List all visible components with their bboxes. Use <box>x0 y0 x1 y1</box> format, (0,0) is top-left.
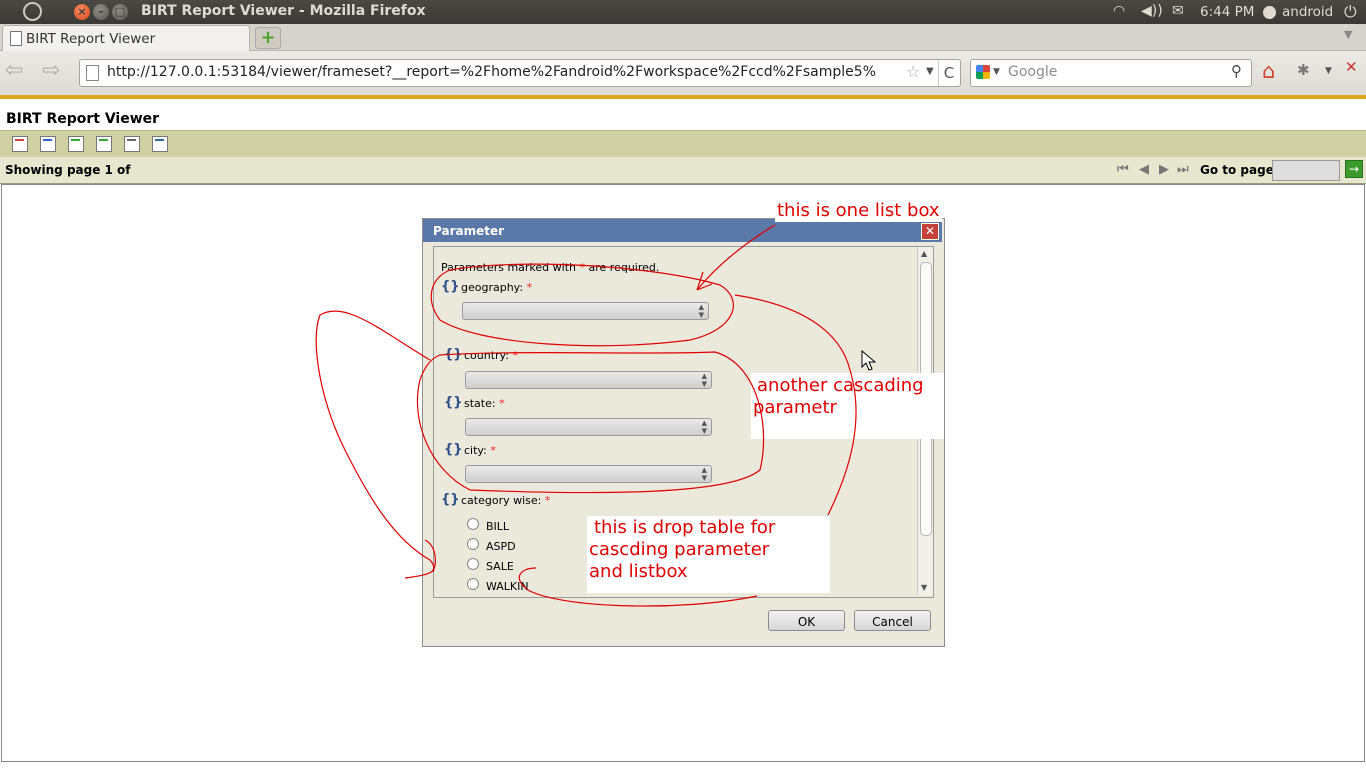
list-box-arrow-stroke <box>696 224 776 291</box>
annotation-strokes <box>315 224 857 607</box>
dialog-outline-stroke <box>734 294 857 516</box>
cascading-group-stroke <box>416 351 765 494</box>
drop-table-bottom-stroke <box>518 567 758 607</box>
left-bracket-stroke <box>315 310 435 579</box>
geography-circle-stroke <box>430 263 734 347</box>
mouse-cursor-icon <box>861 350 877 371</box>
